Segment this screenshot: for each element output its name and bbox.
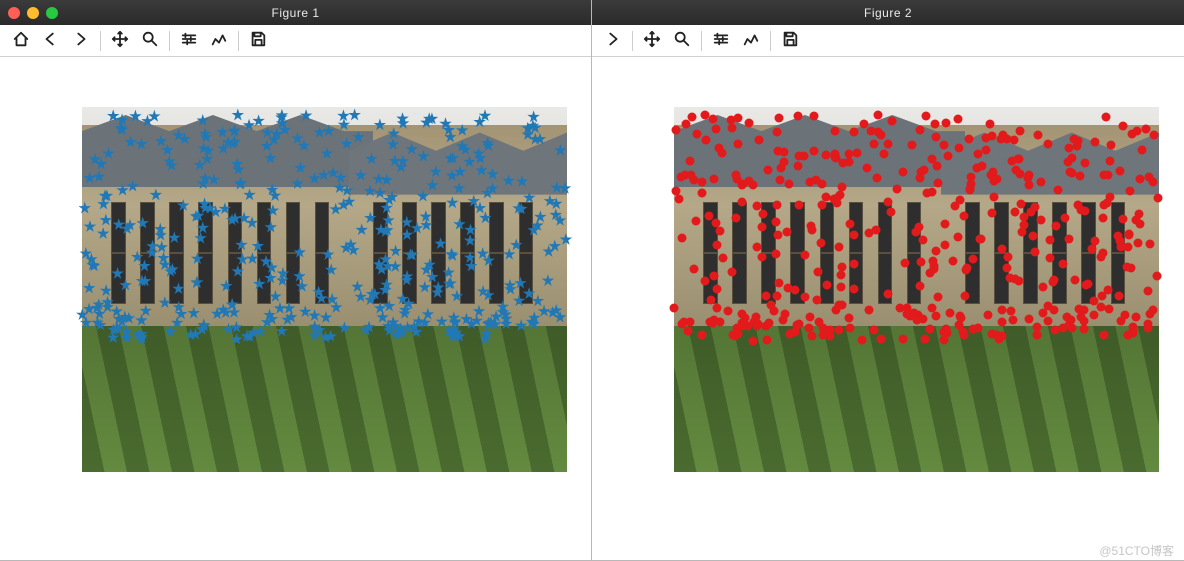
figure-window: Figure 1 xyxy=(0,0,592,560)
sliders-icon xyxy=(712,30,730,51)
traffic-lights xyxy=(8,7,58,19)
save-button[interactable] xyxy=(243,27,273,55)
separator xyxy=(238,31,239,51)
titlebar: Figure 1 xyxy=(0,0,591,25)
close-icon[interactable] xyxy=(8,7,20,19)
separator xyxy=(770,31,771,51)
image-content xyxy=(82,107,567,472)
chevron-right-icon xyxy=(604,30,622,51)
move-icon xyxy=(643,30,661,51)
save-icon xyxy=(781,30,799,51)
chart-icon xyxy=(742,30,760,51)
home-icon xyxy=(12,30,30,51)
edit-button[interactable] xyxy=(736,27,766,55)
chart-icon xyxy=(210,30,228,51)
separator xyxy=(100,31,101,51)
config-button[interactable] xyxy=(706,27,736,55)
search-icon xyxy=(141,30,159,51)
save-button[interactable] xyxy=(775,27,805,55)
zoom-button[interactable] xyxy=(135,27,165,55)
pan-button[interactable] xyxy=(637,27,667,55)
search-icon xyxy=(673,30,691,51)
back-button[interactable] xyxy=(36,27,66,55)
chevron-left-icon xyxy=(42,30,60,51)
separator xyxy=(632,31,633,51)
minimize-icon[interactable] xyxy=(27,7,39,19)
toolbar xyxy=(592,25,1184,57)
forward-button[interactable] xyxy=(66,27,96,55)
canvas-area[interactable] xyxy=(0,57,591,560)
config-button[interactable] xyxy=(174,27,204,55)
separator xyxy=(701,31,702,51)
chevron-right-icon xyxy=(72,30,90,51)
maximize-icon[interactable] xyxy=(46,7,58,19)
toolbar xyxy=(0,25,591,57)
canvas-area[interactable] xyxy=(592,57,1184,560)
window-title: Figure 1 xyxy=(0,6,591,20)
forward-button[interactable] xyxy=(598,27,628,55)
titlebar: Figure 2 xyxy=(592,0,1184,25)
separator xyxy=(169,31,170,51)
move-icon xyxy=(111,30,129,51)
zoom-button[interactable] xyxy=(667,27,697,55)
home-button[interactable] xyxy=(6,27,36,55)
save-icon xyxy=(249,30,267,51)
image-content xyxy=(674,107,1159,472)
figure-image xyxy=(82,107,567,472)
pan-button[interactable] xyxy=(105,27,135,55)
figure-image xyxy=(674,107,1159,472)
sliders-icon xyxy=(180,30,198,51)
figure-window: Figure 2 xyxy=(592,0,1184,560)
edit-button[interactable] xyxy=(204,27,234,55)
window-title: Figure 2 xyxy=(592,6,1184,20)
